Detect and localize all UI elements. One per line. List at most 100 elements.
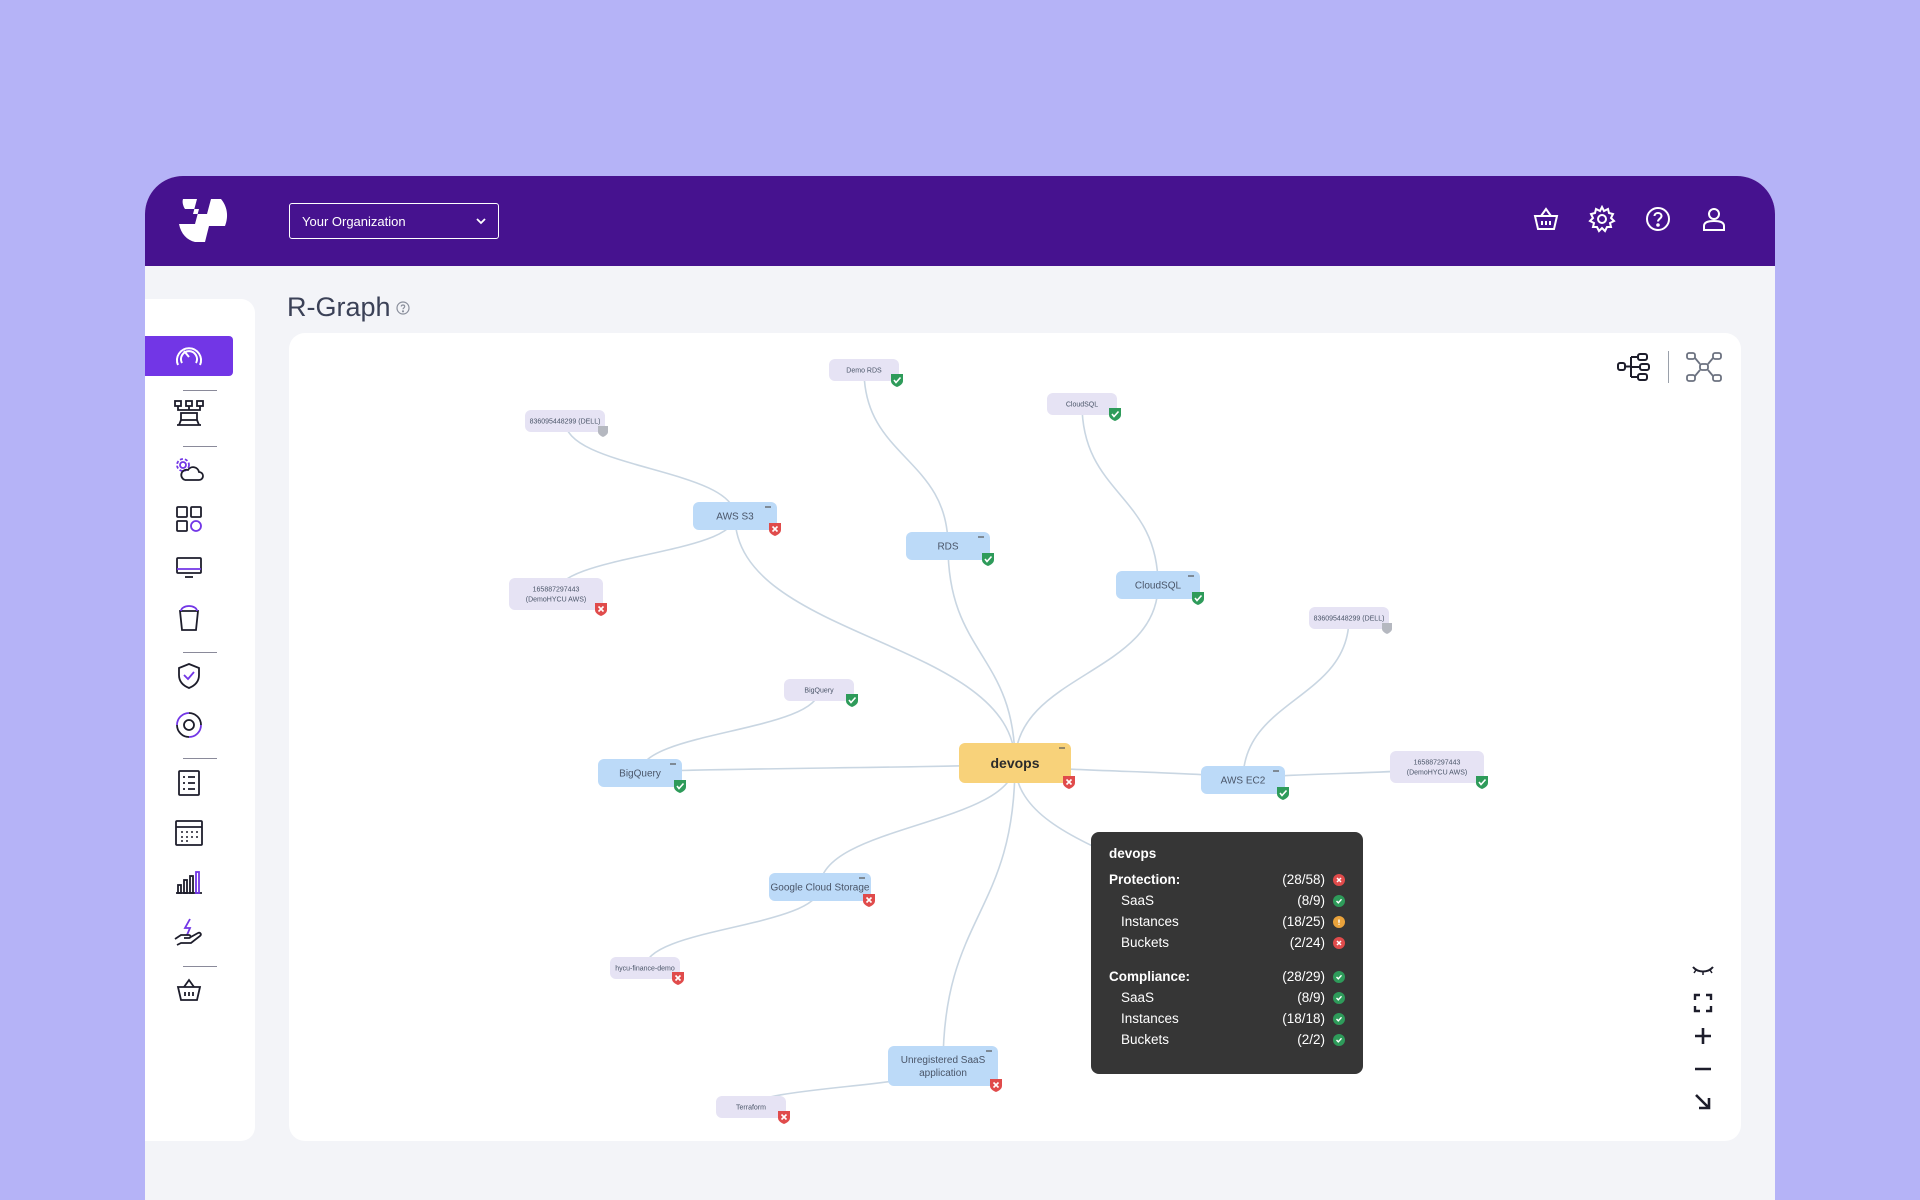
layout-toggle bbox=[1616, 351, 1723, 383]
status-warning-icon bbox=[1333, 915, 1345, 928]
chevron-down-icon bbox=[476, 218, 486, 225]
graph-node-terra[interactable]: Terraform bbox=[716, 1096, 790, 1124]
node-label: hycu-finance-demo bbox=[615, 965, 675, 972]
node-label: CloudSQL bbox=[1135, 581, 1182, 592]
status-error-icon bbox=[1333, 936, 1345, 949]
relationship-graph[interactable]: devops AWS S3 RDS CloudSQL AWS EC2 BigQuery Go… bbox=[289, 333, 1741, 1141]
node-label: 165887297443 bbox=[533, 586, 580, 593]
graph-node-devops[interactable]: devops bbox=[959, 743, 1075, 789]
status-ok-icon bbox=[1192, 592, 1204, 605]
graph-node-cloudsql[interactable]: CloudSQL bbox=[1116, 571, 1204, 605]
status-unknown-icon bbox=[1382, 623, 1392, 634]
status-error-icon bbox=[769, 523, 781, 536]
graph-node-unreg[interactable]: Unregistered SaaS application bbox=[888, 1046, 1002, 1092]
hycu-logo[interactable] bbox=[171, 194, 231, 248]
status-error-icon bbox=[672, 972, 684, 985]
status-ok-icon bbox=[1333, 970, 1345, 983]
sidebar-item-services[interactable] bbox=[145, 912, 233, 952]
node-box bbox=[888, 1046, 998, 1086]
node-label: RDS bbox=[937, 542, 958, 553]
status-ok-icon bbox=[1109, 408, 1121, 421]
graph-canvas[interactable]: devops AWS S3 RDS CloudSQL AWS EC2 BigQuery Go… bbox=[289, 333, 1741, 1141]
sidebar-item-instances[interactable] bbox=[145, 548, 233, 588]
graph-node-gcs[interactable]: Google Cloud Storage bbox=[769, 873, 875, 907]
sidebar-item-recovery[interactable] bbox=[145, 705, 233, 745]
help-circle-icon[interactable] bbox=[396, 301, 410, 315]
graph-node-rds[interactable]: RDS bbox=[906, 532, 994, 566]
sidebar-item-analytics[interactable] bbox=[145, 862, 233, 902]
network-layout-icon[interactable] bbox=[1685, 351, 1723, 383]
organization-select-value: Your Organization bbox=[302, 213, 406, 229]
graph-edge bbox=[564, 420, 736, 517]
status-error-icon bbox=[863, 894, 875, 907]
node-label: Terraform bbox=[736, 1104, 766, 1111]
graph-node-bq2[interactable]: BigQuery bbox=[784, 679, 858, 707]
bar-chart-icon bbox=[176, 871, 202, 894]
status-ok-icon bbox=[1333, 894, 1345, 907]
protection-count: (28/58) bbox=[1282, 872, 1325, 887]
calendar-icon bbox=[175, 820, 203, 846]
monitor-icon bbox=[176, 557, 202, 578]
list-document-icon bbox=[178, 770, 200, 796]
graph-node-bq[interactable]: BigQuery bbox=[598, 759, 686, 793]
graph-node-ec2[interactable]: AWS EC2 bbox=[1201, 766, 1289, 800]
graph-node-dell1[interactable]: 836095448299 (DELL) bbox=[525, 410, 608, 437]
graph-node-csql2[interactable]: CloudSQL bbox=[1047, 393, 1121, 421]
top-bar: Your Organization bbox=[145, 176, 1775, 266]
zoom-out-icon[interactable] bbox=[1691, 1057, 1715, 1081]
status-ok-icon bbox=[1277, 787, 1289, 800]
status-error-icon bbox=[990, 1079, 1002, 1092]
node-label: AWS S3 bbox=[716, 512, 754, 523]
node-label: Google Cloud Storage bbox=[771, 883, 870, 894]
status-error-icon bbox=[595, 603, 607, 616]
graph-node-dell2[interactable]: 836095448299 (DELL) bbox=[1309, 607, 1392, 634]
top-icons bbox=[1531, 202, 1729, 236]
sidebar-item-reports[interactable] bbox=[145, 763, 233, 803]
sidebar-item-buckets[interactable] bbox=[145, 598, 233, 638]
status-ok-icon bbox=[1333, 1012, 1345, 1025]
tooltip-title: devops bbox=[1109, 846, 1157, 861]
sidebar-item-protection[interactable] bbox=[145, 656, 233, 696]
organization-select[interactable]: Your Organization bbox=[289, 203, 499, 239]
tooltip-compliance-buckets: Buckets (2/2) bbox=[1109, 1029, 1345, 1050]
tooltip-protection-row: Protection: (28/58) bbox=[1109, 869, 1345, 890]
sidebar-item-calendar[interactable] bbox=[145, 813, 233, 853]
tooltip-compliance-instances: Instances (18/18) bbox=[1109, 1008, 1345, 1029]
graph-node-aws2[interactable]: 165887297443 (DemoHYCU AWS) bbox=[1390, 751, 1488, 789]
tooltip-compliance-saas: SaaS (8/9) bbox=[1109, 987, 1345, 1008]
eye-closed-icon[interactable] bbox=[1691, 958, 1715, 982]
sidebar-item-apps[interactable] bbox=[145, 499, 233, 539]
graph-edge bbox=[947, 545, 1016, 764]
fit-screen-icon[interactable] bbox=[1691, 991, 1715, 1015]
sidebar-item-marketplace[interactable] bbox=[145, 970, 233, 1010]
gear-icon[interactable] bbox=[1587, 202, 1617, 236]
sidebar-item-cloud[interactable] bbox=[145, 450, 233, 490]
tree-layout-icon[interactable] bbox=[1616, 351, 1652, 383]
tooltip-compliance-row: Compliance: (28/29) bbox=[1109, 966, 1345, 987]
collapse-arrow-icon[interactable] bbox=[1691, 1090, 1715, 1114]
graph-edge bbox=[639, 762, 1016, 774]
app-window: Your Organization R-Graph devops AWS S3 … bbox=[145, 176, 1775, 1200]
graph-edge bbox=[1242, 617, 1350, 781]
help-icon[interactable] bbox=[1643, 202, 1673, 236]
node-label: AWS EC2 bbox=[1221, 776, 1266, 787]
gauge-icon bbox=[176, 347, 202, 366]
node-label: 165887297443 bbox=[1414, 759, 1461, 766]
graph-node-demords[interactable]: Demo RDS bbox=[829, 359, 903, 387]
zoom-in-icon[interactable] bbox=[1691, 1024, 1715, 1048]
zoom-controls bbox=[1691, 958, 1715, 1114]
shield-check-icon bbox=[178, 663, 200, 689]
graph-edge bbox=[1081, 403, 1159, 586]
basket-icon[interactable] bbox=[1531, 202, 1561, 236]
compliance-label: Compliance: bbox=[1109, 969, 1191, 984]
cloud-gear-icon bbox=[176, 458, 204, 481]
tooltip-protection-buckets: Buckets (2/24) bbox=[1109, 932, 1345, 953]
graph-node-aws1[interactable]: 165887297443 (DemoHYCU AWS) bbox=[509, 578, 607, 616]
user-icon[interactable] bbox=[1699, 202, 1729, 236]
sidebar-item-dashboard[interactable] bbox=[145, 336, 233, 376]
node-label: application bbox=[919, 1068, 967, 1079]
graph-node-hyfin[interactable]: hycu-finance-demo bbox=[610, 957, 684, 985]
node-label: devops bbox=[990, 755, 1039, 771]
status-ok-icon bbox=[891, 374, 903, 387]
sidebar-item-topology[interactable] bbox=[145, 394, 233, 434]
